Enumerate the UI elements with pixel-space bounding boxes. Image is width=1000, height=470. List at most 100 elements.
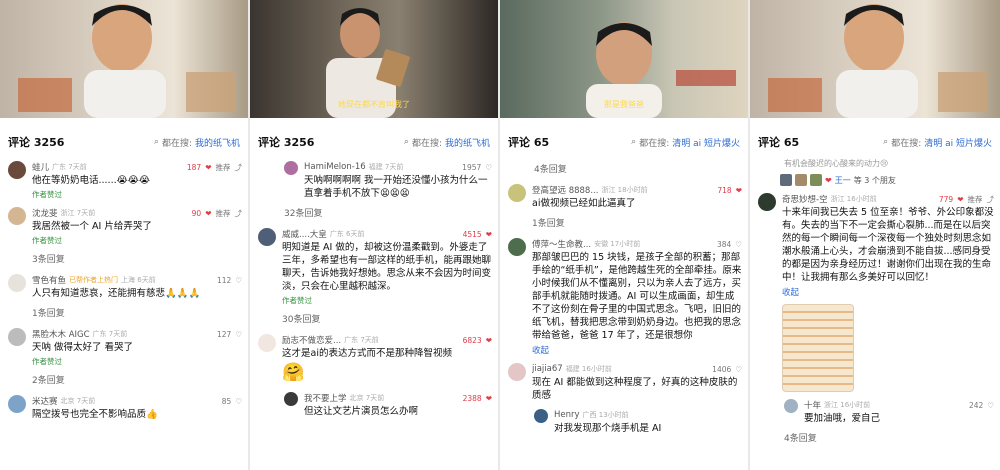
like-count: 718	[717, 185, 732, 195]
boy-illustration	[768, 4, 988, 118]
like-icon[interactable]: ❤	[486, 336, 492, 345]
comment-item: 登高望远 8888... 浙江 18小时前 718 ❤ ai做视频已经如此逼真了	[508, 183, 742, 210]
username[interactable]: 傅萍～生命教...	[532, 238, 591, 250]
avatar[interactable]	[784, 399, 798, 413]
location-time: 浙江 16小时前	[830, 195, 877, 203]
expand-replies[interactable]: 2条回复	[32, 373, 242, 386]
avatar[interactable]	[508, 363, 526, 381]
username[interactable]: Henry	[554, 410, 580, 420]
username[interactable]: 十年	[804, 399, 821, 411]
search-icon: ⌕	[631, 137, 637, 147]
like-icon[interactable]: ❤	[205, 163, 211, 172]
comment-text: 那部皱巴巴的 15 块钱，是孩子全部的积蓄；那部手绘的“纸手机”，是他跨越生死的…	[532, 252, 742, 341]
username[interactable]: HamiMelon-16	[304, 162, 366, 172]
avatar[interactable]	[284, 392, 298, 406]
username[interactable]: 蛙儿	[32, 161, 49, 173]
expand-replies[interactable]: 4条回复	[784, 431, 994, 444]
comment-count: 评论 65	[758, 136, 800, 149]
recommend-label[interactable]: 推荐	[216, 208, 231, 219]
search-suggestion[interactable]: ⌕ 都在搜: 清明 ai 短片爆火	[631, 136, 740, 149]
video-subtitle: 那是我爸爸	[604, 100, 644, 109]
like-icon[interactable]: ❤	[736, 186, 742, 195]
video-frame: 她现在都不肯叫我了	[250, 0, 498, 118]
like-icon[interactable]: ♡	[235, 276, 242, 285]
location-time: 北京 7天前	[60, 397, 96, 405]
like-icon[interactable]: ♡	[987, 401, 994, 410]
like-icon[interactable]: ❤	[486, 394, 492, 403]
share-icon[interactable]: ⤴	[235, 162, 243, 173]
like-count: 242	[968, 400, 984, 410]
avatar[interactable]	[8, 395, 26, 413]
comment-list: 蛙儿 广东 7天前 187 ❤ 推荐 ⤴ 他在等奶奶电话......😭😭😭 作者赞过 沈…	[0, 160, 248, 421]
username[interactable]: 雪色有鱼	[32, 274, 66, 286]
like-icon[interactable]: ❤	[205, 209, 211, 218]
like-icon[interactable]: ♡	[235, 397, 242, 406]
username[interactable]: 励志不做恋爱...	[282, 334, 341, 346]
avatar[interactable]	[8, 328, 26, 346]
username[interactable]: 我不要上学	[304, 392, 347, 404]
username[interactable]: 米达赛	[32, 395, 58, 407]
comment-text: 但这让文艺片演员怎么办啊	[304, 406, 419, 417]
location-time: 广东 7天前	[92, 330, 128, 338]
username[interactable]: 沈龙斐	[32, 207, 58, 219]
comment-text: 这才是ai的表达方式而不是那种降智视频	[282, 348, 452, 359]
comment-item: 黑脸木木 AIGC 广东 7天前 127 ♡ 天呐 做得太好了 看哭了 作者赞过	[8, 327, 242, 367]
avatar[interactable]	[8, 161, 26, 179]
username[interactable]: 奇思妙想-空	[782, 193, 828, 205]
avatar[interactable]	[534, 409, 548, 423]
avatar[interactable]	[508, 184, 526, 202]
like-icon[interactable]: ♡	[735, 365, 742, 374]
truncated-comment: 有机会酸迟的心酸来的动力😢	[784, 159, 889, 168]
avatar[interactable]	[508, 238, 526, 256]
expand-replies[interactable]: 4条回复	[534, 162, 742, 175]
username[interactable]: 威威....大皇	[282, 228, 327, 240]
comment-text: ai做视频已经如此逼真了	[532, 198, 636, 209]
attached-image[interactable]	[782, 304, 854, 392]
like-count: 112	[216, 275, 232, 285]
comment-count: 评论 65	[508, 136, 550, 149]
expand-replies[interactable]: 30条回复	[282, 312, 492, 325]
recommend-label[interactable]: 推荐	[216, 162, 231, 173]
expand-replies[interactable]: 1条回复	[32, 306, 242, 319]
recommend-label[interactable]: 推荐	[968, 194, 983, 205]
comment-header: 评论 3256 ⌕ 都在搜: 我的纸飞机	[0, 124, 248, 160]
username[interactable]: 登高望远 8888...	[532, 184, 598, 196]
expand-replies[interactable]: 32条回复	[284, 206, 492, 219]
collapse-link[interactable]: 收起	[532, 344, 742, 356]
like-icon[interactable]: ❤	[486, 230, 492, 239]
username[interactable]: 黑脸木木 AIGC	[32, 328, 90, 340]
search-suggestion[interactable]: ⌕ 都在搜: 我的纸飞机	[154, 136, 240, 149]
like-icon[interactable]: ♡	[235, 330, 242, 339]
avatar[interactable]	[8, 207, 26, 225]
expand-replies[interactable]: 1条回复	[532, 216, 742, 229]
avatar[interactable]	[284, 161, 298, 175]
location-time: 广东 6天前	[329, 230, 365, 238]
friend-avatar	[810, 174, 822, 186]
username[interactable]: jiajia67	[532, 364, 563, 374]
search-suggestion[interactable]: ⌕ 都在搜: 我的纸飞机	[404, 136, 490, 149]
boy-illustration	[18, 4, 236, 118]
location-time: 浙江 7天前	[60, 209, 96, 217]
collapse-link[interactable]: 收起	[782, 286, 994, 298]
search-suggestion[interactable]: ⌕ 都在搜: 清明 ai 短片爆火	[883, 136, 992, 149]
video-frame	[0, 0, 248, 118]
like-count: 187	[186, 162, 202, 172]
author-liked-badge: 作者赞过	[32, 357, 62, 366]
like-icon[interactable]: ♡	[485, 163, 492, 172]
comment-count: 评论 3256	[8, 136, 65, 149]
avatar[interactable]	[258, 228, 276, 246]
avatar[interactable]	[8, 274, 26, 292]
panel-1: 评论 3256 ⌕ 都在搜: 我的纸飞机 蛙儿 广东 7天前 187 ❤ 推荐 ⤴ 他在…	[0, 0, 248, 470]
expand-replies[interactable]: 3条回复	[32, 252, 242, 265]
share-icon[interactable]: ⤴	[987, 194, 995, 205]
liked-by-friends[interactable]: ❤ 王一 等 3 个朋友	[780, 174, 994, 186]
comment-text: 明知道是 AI 做的，却被这份温柔戳到。外婆走了三年，多希望也有一部这样的纸手机…	[282, 242, 492, 292]
hot-tag: 已帮作者上热门	[69, 276, 119, 284]
comment-text: 现在 AI 都能做到这种程度了，好真的这种皮肤的质感	[532, 377, 738, 401]
like-icon[interactable]: ♡	[735, 240, 742, 249]
avatar[interactable]	[258, 334, 276, 352]
avatar[interactable]	[758, 193, 776, 211]
like-icon[interactable]: ❤	[957, 195, 963, 204]
share-icon[interactable]: ⤴	[235, 208, 243, 219]
friend-avatar	[780, 174, 792, 186]
